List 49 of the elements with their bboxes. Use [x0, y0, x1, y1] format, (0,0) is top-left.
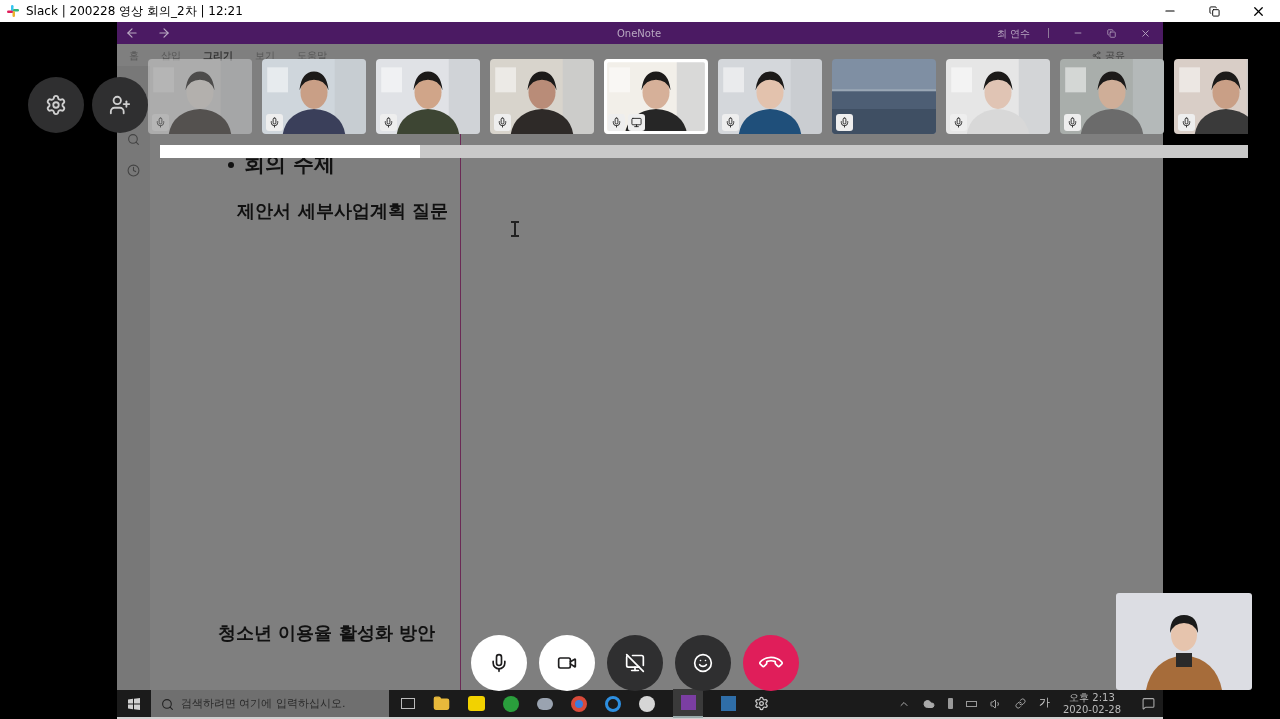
microphone-badge — [266, 114, 283, 131]
microphone-badge — [836, 114, 853, 131]
microphone-badge — [380, 114, 397, 131]
search-icon — [161, 698, 174, 711]
input-method-indicator[interactable]: 가 — [1038, 695, 1050, 712]
settings-icon[interactable] — [754, 696, 769, 711]
windows-start-icon[interactable] — [128, 697, 140, 710]
close-icon[interactable] — [1140, 27, 1151, 39]
restore-icon[interactable] — [1107, 28, 1116, 38]
clock-time[interactable]: 오후 2:13 — [1069, 691, 1115, 704]
back-icon[interactable] — [125, 26, 139, 40]
bullet-icon — [228, 161, 234, 168]
text-cursor-icon — [511, 221, 519, 237]
emoji-icon — [693, 653, 713, 673]
add-people-button[interactable] — [92, 77, 148, 133]
window-title: Slack | 200228 영상 회의_2차 | 12:21 — [26, 3, 243, 20]
network-icon[interactable] — [1014, 698, 1026, 709]
share-icon — [1092, 50, 1101, 60]
microphone-icon — [489, 653, 509, 673]
microphone-badge — [950, 114, 967, 131]
notification-icon[interactable] — [1142, 697, 1155, 710]
clock-date[interactable]: 2020-02-28 — [1062, 703, 1121, 716]
app-title: OneNote — [617, 26, 662, 41]
search-field[interactable]: 검색하려면 여기에 입력하십시오. — [151, 690, 389, 717]
microphone-badge — [494, 114, 511, 131]
microphone-badge — [722, 114, 739, 131]
microphone-badge — [608, 114, 625, 131]
settings-button[interactable] — [28, 77, 84, 133]
microphone-badge — [152, 114, 169, 131]
cloud-icon[interactable] — [922, 697, 935, 710]
microphone-badge — [1178, 114, 1195, 131]
note-text: 청소년 이용율 활성화 방안 — [218, 621, 436, 645]
forward-icon[interactable] — [157, 26, 171, 40]
battery-icon[interactable] — [965, 700, 977, 707]
microphone-badge — [1064, 114, 1081, 131]
add-person-icon — [109, 94, 131, 116]
user-name: 최 연수 — [996, 26, 1030, 41]
settings-icon — [45, 94, 67, 116]
ribbon-tab[interactable]: 그리기 — [203, 47, 233, 63]
browser-icon[interactable] — [571, 695, 587, 712]
screen-share-off-icon — [625, 653, 645, 673]
task-view-icon[interactable] — [401, 698, 415, 709]
folder-icon[interactable] — [433, 695, 450, 712]
restore-icon — [1208, 5, 1220, 17]
strip-scrollbar[interactable] — [160, 145, 1248, 158]
app-logo-icon — [6, 4, 20, 18]
speaker-icon[interactable] — [989, 697, 1002, 710]
note-text: 제안서 세부사업계획 질문 — [237, 198, 448, 223]
usb-icon[interactable] — [947, 698, 953, 709]
